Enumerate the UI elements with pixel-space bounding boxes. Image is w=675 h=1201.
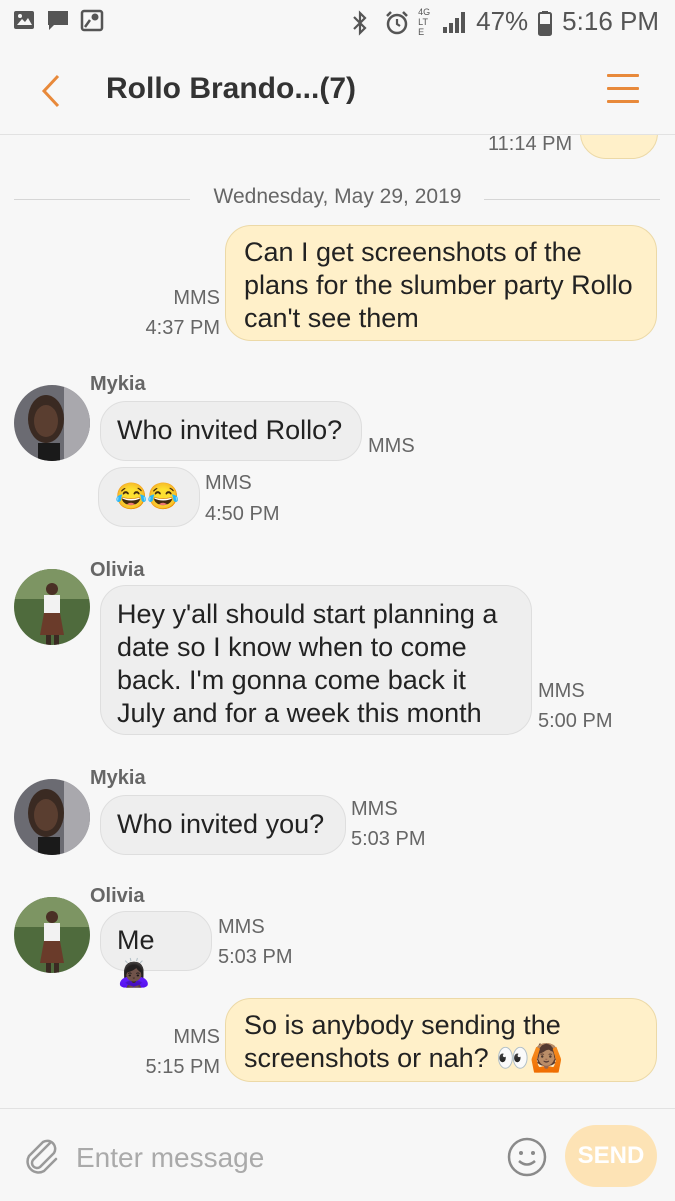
- message-type: MMS: [351, 798, 398, 820]
- date-separator: Wednesday, May 29, 2019: [0, 185, 675, 215]
- message-input[interactable]: [74, 1137, 498, 1179]
- paperclip-icon: [26, 1139, 58, 1174]
- send-button[interactable]: SEND: [565, 1125, 657, 1187]
- message-time: 5:00 PM: [538, 710, 613, 732]
- conversation-header: Rollo Brando...(7): [0, 44, 675, 135]
- smiley-icon: [507, 1137, 547, 1177]
- message-type: MMS: [173, 1026, 220, 1048]
- avatar-olivia[interactable]: [14, 897, 90, 973]
- message-time: 5:03 PM: [351, 828, 426, 850]
- sender-name: Mykia: [90, 767, 146, 789]
- sender-name: Mykia: [90, 373, 146, 395]
- message-time: 5:15 PM: [145, 1056, 220, 1078]
- gallery-icon: [12, 8, 36, 32]
- avatar-mykia[interactable]: [14, 779, 90, 855]
- incoming-message[interactable]: Hey y'all should start planning a date s…: [100, 585, 532, 735]
- attach-button[interactable]: [20, 1133, 64, 1177]
- status-bar: 4G LTE 47% 5:16 PM: [0, 0, 675, 44]
- network-type-label: 4G LTE: [418, 6, 431, 37]
- incoming-message[interactable]: Me 🙇🏿‍♀️: [100, 911, 212, 988]
- message-time: 5:03 PM: [218, 946, 293, 968]
- message-type: MMS: [368, 435, 415, 457]
- back-button[interactable]: [34, 68, 74, 114]
- alarm-icon: [384, 10, 409, 34]
- sender-name: Olivia: [90, 885, 145, 907]
- incoming-message[interactable]: Who invited you?: [100, 795, 346, 855]
- outgoing-message[interactable]: So is anybody sending the screenshots or…: [225, 998, 657, 1082]
- bluetooth-icon: [350, 9, 374, 36]
- divider: [484, 199, 660, 200]
- message-time: 4:50 PM: [205, 503, 280, 525]
- incoming-message[interactable]: 😂😂: [98, 467, 200, 527]
- conversation-title[interactable]: Rollo Brando...(7): [106, 72, 356, 106]
- avatar-mykia[interactable]: [14, 385, 90, 461]
- menu-icon: [607, 74, 639, 77]
- message-notification-icon: [46, 8, 70, 32]
- map-notification-icon: [80, 8, 104, 32]
- emoji-button[interactable]: [505, 1135, 549, 1179]
- outgoing-message[interactable]: Can I get screenshots of the plans for t…: [225, 225, 657, 341]
- sender-name: Olivia: [90, 559, 145, 581]
- date-label: Wednesday, May 29, 2019: [213, 185, 462, 208]
- menu-button[interactable]: [607, 74, 639, 108]
- message-type: MMS: [205, 472, 252, 494]
- chevron-left-icon: [41, 74, 60, 108]
- message-list[interactable]: 11:14 PM Wednesday, May 29, 2019 MMS 4:3…: [0, 135, 675, 1107]
- previous-message-bubble[interactable]: [580, 135, 658, 159]
- battery-icon: [538, 10, 553, 36]
- clock: 5:16 PM: [562, 6, 659, 36]
- menu-icon-line: [607, 87, 639, 90]
- message-time: 4:37 PM: [145, 317, 220, 339]
- message-type: MMS: [173, 287, 220, 309]
- message-time: 11:14 PM: [488, 135, 573, 155]
- message-type: MMS: [218, 916, 265, 938]
- battery-percent: 47%: [476, 6, 529, 36]
- message-composer: SEND: [0, 1108, 675, 1201]
- menu-icon-line: [607, 100, 639, 103]
- avatar-olivia[interactable]: [14, 569, 90, 645]
- signal-icon: [442, 10, 466, 34]
- message-type: MMS: [538, 680, 585, 702]
- incoming-message[interactable]: Who invited Rollo?: [100, 401, 362, 461]
